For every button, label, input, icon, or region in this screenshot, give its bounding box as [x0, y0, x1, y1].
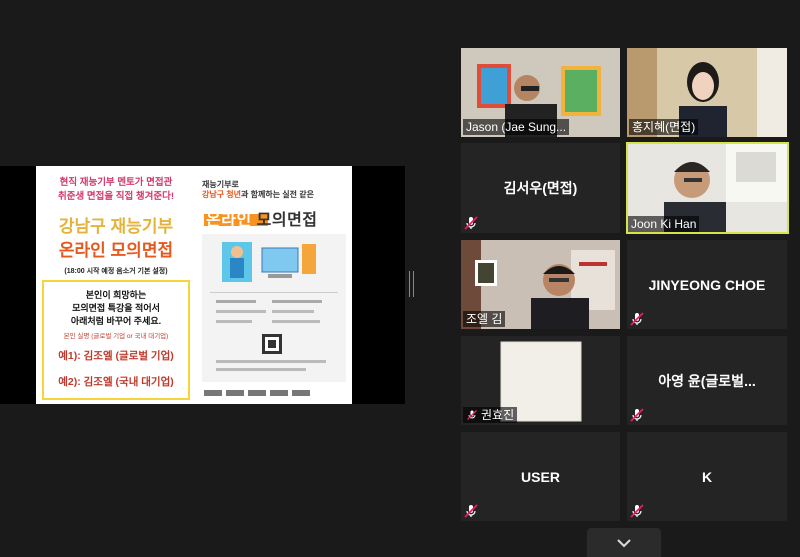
participant-tile-kimseowoo[interactable]: 김서우(면접)	[461, 143, 620, 233]
participant-tile-jason[interactable]: Jason (Jae Sung...	[461, 48, 620, 137]
participant-tile-ayeongyun[interactable]: 아영 윤(글로벌...	[627, 336, 787, 425]
poster-banner-b: 모의면접	[256, 212, 318, 229]
participant-tile-kwonhyojin[interactable]: 권효진	[461, 336, 620, 425]
participant-tile-joelkim[interactable]: 조엘 김	[461, 240, 620, 329]
splitter-handle[interactable]	[409, 271, 415, 297]
participant-name: 아영 윤(글로벌...	[658, 372, 756, 389]
poster-line1: 재능기부로	[202, 180, 239, 189]
slide-header-line2: 취준생 면접을 직접 챙겨준다!	[58, 191, 174, 202]
slide-poster: 재능기부로 강남구 청년과 함께하는 실전 같은 온라인 모의면접	[196, 166, 352, 404]
participant-name-label: 조엘 김	[463, 311, 506, 327]
poster-logos	[202, 386, 346, 398]
poster-body	[202, 234, 346, 382]
slide-left-panel: 현직 재능기부 멘토가 면접관 취준생 면접을 직접 챙겨준다! 강남구 재능기…	[36, 166, 196, 404]
participant-name: 김서우(면접)	[503, 180, 578, 196]
shared-screen: 현직 재능기부 멘토가 면접관 취준생 면접을 직접 챙겨준다! 강남구 재능기…	[0, 166, 405, 404]
instruction-format: 본인 실명 (글로벌 기업 or 국내 대기업)	[63, 333, 169, 340]
shared-slide: 현직 재능기부 멘토가 면접관 취준생 면접을 직접 챙겨준다! 강남구 재능기…	[36, 166, 352, 404]
muted-mic-icon	[630, 504, 644, 518]
muted-mic-icon	[467, 410, 477, 420]
muted-mic-icon	[630, 408, 644, 422]
participant-tile-joonkihan[interactable]: Joon Ki Han	[626, 142, 789, 234]
poster-banner: 온라인 모의면접	[200, 204, 350, 229]
muted-mic-icon	[630, 312, 644, 326]
instruction-box: 본인이 희망하는 모의면접 특강을 적어서 아래처럼 바꾸어 주세요. 본인 실…	[42, 280, 190, 400]
slide-title-line1: 강남구 재능기부	[58, 217, 174, 236]
participant-tile-user[interactable]: USER	[461, 432, 620, 521]
participant-tile-jinyeongchoe[interactable]: JINYEONG CHOE	[627, 240, 787, 329]
instruction-line3: 아래처럼 바꾸어 주세요.	[70, 316, 162, 326]
participant-tile-hongjihye[interactable]: 홍지혜(면접)	[627, 48, 787, 137]
poster-line2-highlight: 강남구 청년	[202, 190, 242, 199]
muted-mic-icon	[464, 216, 478, 230]
poster-line2: 과 함께하는 실전 같은	[241, 190, 314, 199]
participant-name-label: Joon Ki Han	[628, 216, 700, 232]
participant-name-label: Jason (Jae Sung...	[463, 119, 570, 135]
participant-name: K	[701, 468, 713, 485]
instruction-line2: 모의면접 특강을 적어서	[72, 303, 160, 313]
participant-name: 권효진	[481, 408, 515, 422]
participant-name: USER	[521, 468, 560, 485]
poster-illustration	[210, 242, 338, 371]
participant-tile-k[interactable]: K	[627, 432, 787, 521]
participant-name: JINYEONG CHOE	[648, 276, 766, 293]
poster-banner-a: 온라인	[206, 212, 252, 229]
example-2: 예2): 김조엘 (국내 대기업)	[58, 376, 174, 388]
participant-name-label: 권효진	[463, 407, 518, 423]
slide-title-line2: 온라인 모의면접	[58, 241, 174, 260]
next-page-button[interactable]	[587, 528, 661, 557]
muted-mic-icon	[464, 504, 478, 518]
instruction-line1: 본인이 희망하는	[85, 290, 147, 300]
participant-name-label: 홍지혜(면접)	[629, 119, 699, 135]
poster-banner-text: 온라인 모의면접	[206, 206, 318, 230]
example-1: 예1): 김조엘 (글로벌 기업)	[58, 350, 174, 362]
chevron-down-icon	[617, 538, 631, 547]
poster-heading: 재능기부로 강남구 청년과 함께하는 실전 같은	[202, 180, 314, 200]
slide-header-line1: 현직 재능기부 멘토가 면접관	[59, 177, 173, 188]
slide-note: (18:00 시작 예정 음소거 기본 설정)	[64, 268, 168, 275]
